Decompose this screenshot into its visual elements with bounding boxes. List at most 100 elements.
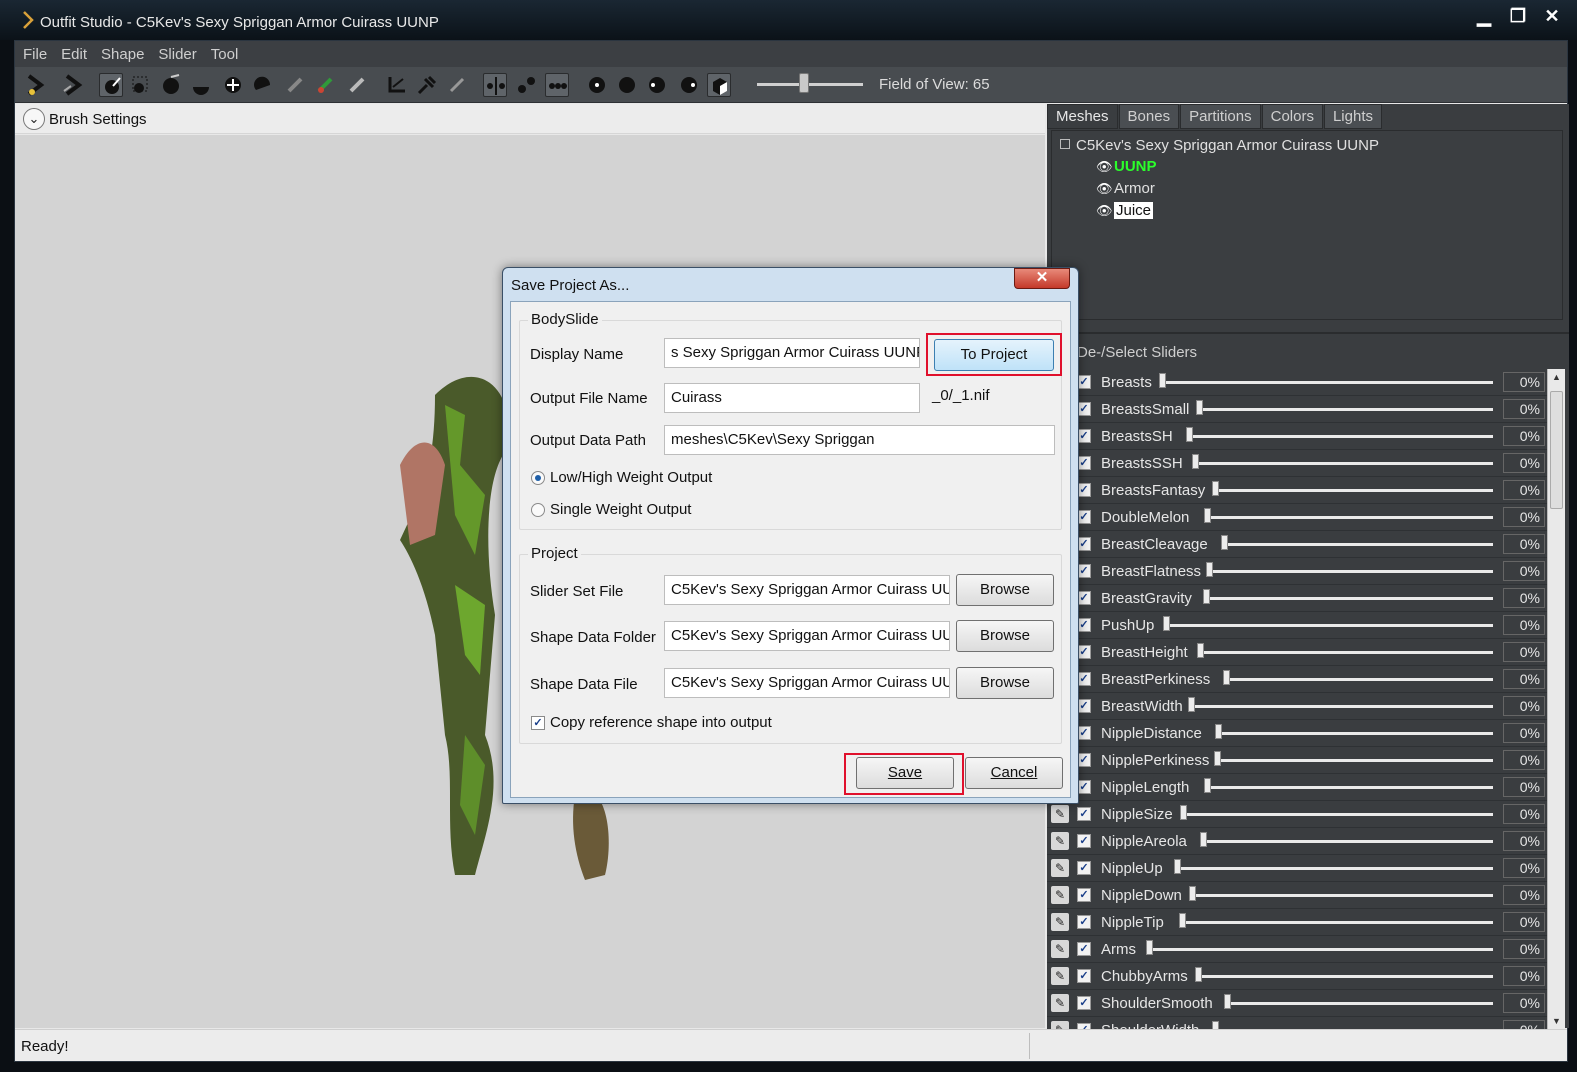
slider-checkbox[interactable]: ✓	[1077, 942, 1091, 956]
slider-track[interactable]	[1206, 597, 1493, 600]
display-name-input[interactable]: s Sexy Spriggan Armor Cuirass UUNP	[664, 338, 920, 368]
connected-only-icon[interactable]	[515, 73, 539, 97]
slider-thumb[interactable]	[1180, 805, 1187, 820]
slider-checkbox[interactable]: ✓	[1077, 645, 1091, 659]
menu-edit[interactable]: Edit	[61, 46, 87, 63]
slider-track[interactable]	[1218, 732, 1493, 735]
slider-thumb[interactable]	[1179, 913, 1186, 928]
close-window-button[interactable]: ✕	[1535, 4, 1569, 30]
load-outfit-icon[interactable]	[61, 73, 85, 97]
slider-checkbox[interactable]: ✓	[1077, 834, 1091, 848]
slider-checkbox[interactable]: ✓	[1077, 969, 1091, 983]
shape-folder-input[interactable]: C5Kev's Sexy Spriggan Armor Cuirass UUN	[664, 621, 950, 651]
slider-track[interactable]	[1198, 975, 1493, 978]
minimize-button[interactable]: ▁	[1467, 4, 1501, 30]
slider-thumb[interactable]	[1192, 454, 1199, 469]
shape-file-input[interactable]: C5Kev's Sexy Spriggan Armor Cuirass UUN	[664, 668, 950, 698]
brush-settings-bar[interactable]: ⌄ Brush Settings	[15, 104, 1045, 134]
slider-track[interactable]	[1217, 759, 1493, 762]
slider-checkbox[interactable]: ✓	[1077, 510, 1091, 524]
slider-track[interactable]	[1200, 651, 1493, 654]
slider-checkbox[interactable]: ✓	[1077, 564, 1091, 578]
alpha-brush-icon[interactable]	[345, 73, 369, 97]
slider-value-field[interactable]: 0%	[1503, 966, 1545, 986]
slider-track[interactable]	[1149, 948, 1493, 951]
slider-track[interactable]	[1189, 435, 1493, 438]
browse-shape-folder-button[interactable]: Browse	[956, 620, 1054, 652]
slider-thumb[interactable]	[1204, 508, 1211, 523]
slider-thumb[interactable]	[1146, 940, 1153, 955]
menu-slider[interactable]: Slider	[158, 46, 196, 63]
slider-track[interactable]	[1191, 705, 1493, 708]
collapse-icon[interactable]	[1060, 139, 1070, 150]
slider-value-field[interactable]: 0%	[1503, 993, 1545, 1013]
low-high-weight-radio[interactable]	[531, 471, 545, 485]
smooth-brush-icon[interactable]	[251, 73, 275, 97]
slider-track[interactable]	[1207, 786, 1493, 789]
menu-tool[interactable]: Tool	[211, 46, 239, 63]
slider-checkbox[interactable]: ✓	[1077, 402, 1091, 416]
slider-value-field[interactable]: 0%	[1503, 534, 1545, 554]
single-weight-label[interactable]: Single Weight Output	[550, 501, 691, 518]
tab-meshes[interactable]: Meshes	[1047, 104, 1118, 129]
slider-thumb[interactable]	[1163, 616, 1170, 631]
slider-thumb[interactable]	[1203, 589, 1210, 604]
slider-track[interactable]	[1162, 381, 1493, 384]
output-file-input[interactable]: Cuirass	[664, 383, 920, 413]
mesh-item-armor[interactable]: 👁Armor	[1096, 180, 1155, 197]
slider-value-field[interactable]: 0%	[1503, 561, 1545, 581]
slider-thumb[interactable]	[1200, 832, 1207, 847]
slider-value-field[interactable]: 0%	[1503, 1020, 1545, 1029]
slider-thumb[interactable]	[1197, 643, 1204, 658]
slider-thumb[interactable]	[1189, 886, 1196, 901]
single-weight-radio[interactable]	[531, 503, 545, 517]
slider-set-input[interactable]: C5Kev's Sexy Spriggan Armor Cuirass UUN	[664, 575, 950, 605]
dialog-close-button[interactable]: ✕	[1014, 268, 1070, 289]
slider-scrollbar[interactable]: ▲ ▼	[1547, 369, 1565, 1029]
menu-shape[interactable]: Shape	[101, 46, 144, 63]
slider-thumb[interactable]	[1196, 400, 1203, 415]
chevron-down-icon[interactable]: ⌄	[23, 108, 45, 130]
slider-value-field[interactable]: 0%	[1503, 804, 1545, 824]
slider-thumb[interactable]	[1186, 427, 1193, 442]
slider-checkbox[interactable]: ✓	[1077, 483, 1091, 497]
slider-thumb[interactable]	[1212, 481, 1219, 496]
menu-file[interactable]: File	[23, 46, 47, 63]
slider-value-field[interactable]: 0%	[1503, 831, 1545, 851]
global-brush-icon[interactable]	[545, 73, 569, 97]
slider-checkbox[interactable]: ✓	[1077, 861, 1091, 875]
slider-track[interactable]	[1177, 867, 1493, 870]
slider-checkbox[interactable]: ✓	[1077, 456, 1091, 470]
slider-value-field[interactable]: 0%	[1503, 939, 1545, 959]
slider-thumb[interactable]	[1174, 859, 1181, 874]
sliders-header[interactable]: De-/Select Sliders	[1047, 332, 1569, 368]
slider-thumb[interactable]	[1214, 751, 1221, 766]
slider-checkbox[interactable]: ✓	[1077, 726, 1091, 740]
slider-thumb[interactable]	[1212, 1021, 1219, 1029]
weight-brush-icon[interactable]	[283, 73, 307, 97]
slider-track[interactable]	[1199, 408, 1493, 411]
slider-thumb[interactable]	[1159, 373, 1166, 388]
view-back-icon[interactable]	[615, 73, 639, 97]
pencil-icon[interactable]: ✎	[1051, 1021, 1069, 1029]
copy-reference-label[interactable]: Copy reference shape into output	[550, 714, 772, 731]
slider-value-field[interactable]: 0%	[1503, 696, 1545, 716]
copy-reference-checkbox[interactable]: ✓	[531, 716, 545, 730]
eye-icon[interactable]: 👁	[1096, 159, 1114, 175]
slider-thumb[interactable]	[1215, 724, 1222, 739]
mesh-tree-root[interactable]: C5Kev's Sexy Spriggan Armor Cuirass UUNP	[1060, 137, 1379, 154]
pencil-icon[interactable]: ✎	[1051, 967, 1069, 985]
slider-checkbox[interactable]: ✓	[1077, 591, 1091, 605]
scroll-down-icon[interactable]: ▼	[1548, 1013, 1565, 1029]
slider-track[interactable]	[1203, 840, 1493, 843]
slider-value-field[interactable]: 0%	[1503, 912, 1545, 932]
pencil-icon[interactable]: ✎	[1051, 886, 1069, 904]
slider-value-field[interactable]: 0%	[1503, 615, 1545, 635]
slider-value-field[interactable]: 0%	[1503, 777, 1545, 797]
scrollbar-thumb[interactable]	[1550, 391, 1563, 509]
slider-track[interactable]	[1227, 1002, 1493, 1005]
view-front-icon[interactable]	[585, 73, 609, 97]
low-high-weight-label[interactable]: Low/High Weight Output	[550, 469, 712, 486]
slider-checkbox[interactable]: ✓	[1077, 780, 1091, 794]
slider-value-field[interactable]: 0%	[1503, 453, 1545, 473]
